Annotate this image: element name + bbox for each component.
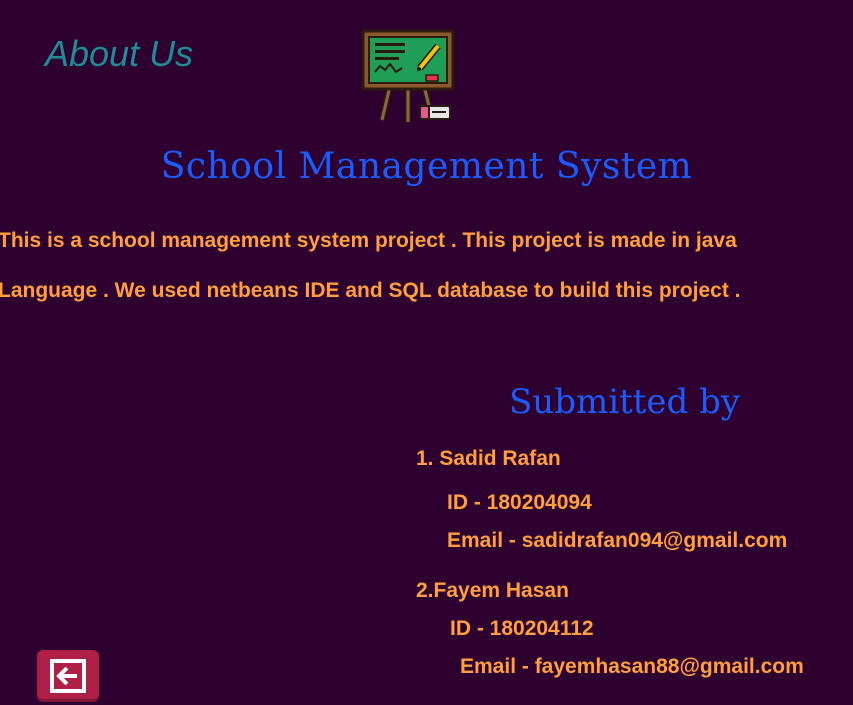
member-2-email: Email - fayemhasan88@gmail.com	[460, 655, 804, 678]
member-1-email: Email - sadidrafan094@gmail.com	[447, 529, 788, 552]
member-1-id: ID - 180204094	[447, 491, 592, 514]
chalkboard-easel-icon	[360, 28, 456, 126]
back-button[interactable]	[37, 650, 99, 702]
member-1-name: 1. Sadid Rafan	[416, 447, 561, 470]
submitted-by-heading: Submitted by	[509, 382, 741, 422]
back-arrow-icon	[50, 659, 86, 693]
page-title: School Management System	[160, 146, 693, 187]
member-2-name: 2.Fayem Hasan	[416, 579, 569, 602]
about-us-heading: About Us	[45, 33, 194, 74]
description-line-2: Language . We used netbeans IDE and SQL …	[0, 279, 741, 302]
member-2-id: ID - 180204112	[450, 617, 594, 640]
description-line-1: This is a school management system proje…	[0, 229, 737, 252]
